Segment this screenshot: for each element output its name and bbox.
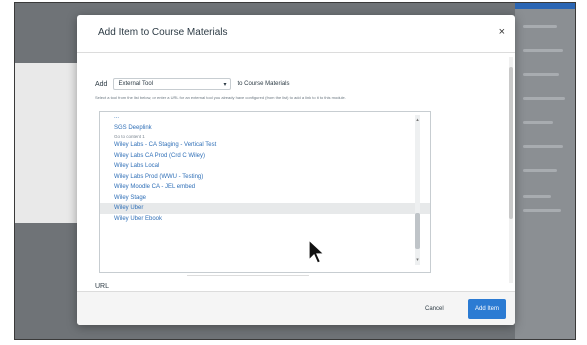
- add-label: Add: [95, 80, 108, 88]
- scrollbar-thumb[interactable]: [415, 213, 420, 249]
- chevron-down-icon: ▾: [223, 81, 227, 88]
- external-tool-list[interactable]: ... SGS Deeplink Go to content 1 Wiley Labs…: [99, 111, 431, 273]
- modal-scrollbar[interactable]: [509, 57, 513, 283]
- tool-list-item[interactable]: SGS Deeplink: [100, 123, 430, 134]
- background-right-sidebar: [515, 9, 575, 339]
- url-input-divider: [187, 275, 309, 284]
- add-item-button[interactable]: Add Item: [468, 299, 506, 319]
- instructions-text: Select a tool from the list below, or en…: [95, 95, 346, 100]
- tool-list-item-description: Go to content 1: [114, 134, 145, 139]
- tool-list-item[interactable]: Wiley Uber Ebook: [100, 214, 430, 225]
- cancel-button[interactable]: Cancel: [421, 301, 448, 317]
- modal-title: Add Item to Course Materials: [98, 27, 228, 38]
- scroll-up-icon[interactable]: ▴: [415, 117, 420, 123]
- item-type-value: External Tool: [118, 81, 154, 87]
- tool-list-item[interactable]: Wiley Stage: [100, 193, 430, 204]
- tool-list-item[interactable]: Wiley Labs CA Prod (Crd C Wiley): [100, 151, 430, 162]
- tool-list-item[interactable]: ...: [100, 112, 430, 123]
- scroll-down-icon[interactable]: ▾: [415, 257, 420, 263]
- close-icon[interactable]: ×: [499, 26, 505, 38]
- url-label: URL: [95, 283, 110, 290]
- tool-list-item[interactable]: Wiley Labs Local: [100, 161, 430, 172]
- mouse-pointer-icon: [308, 239, 326, 264]
- add-type-row: Add External Tool ▾ to Course Materials: [95, 77, 290, 91]
- tool-list-item[interactable]: Wiley Moodle CA - JEL embed: [100, 182, 430, 193]
- item-type-select[interactable]: External Tool ▾: [113, 78, 232, 90]
- modal-footer: Cancel Add Item: [77, 291, 515, 325]
- tool-list-scrollbar[interactable]: ▴ ▾: [415, 115, 420, 265]
- tool-list-item[interactable]: Wiley Labs - CA Staging - Vertical Test: [100, 140, 430, 151]
- tool-list-item[interactable]: Wiley Labs Prod (WWU - Testing): [100, 172, 430, 183]
- to-course-materials-label: to Course Materials: [237, 81, 290, 87]
- modal-header: Add Item to Course Materials ×: [77, 15, 515, 53]
- screenshot-frame: Add Item to Course Materials × Add Exter…: [14, 2, 576, 340]
- tool-list-item[interactable]: Wiley Uber: [100, 203, 430, 214]
- modal-scrollbar-thumb[interactable]: [509, 67, 513, 219]
- add-item-modal: Add Item to Course Materials × Add Exter…: [77, 15, 515, 325]
- background-left-panel: [15, 63, 77, 223]
